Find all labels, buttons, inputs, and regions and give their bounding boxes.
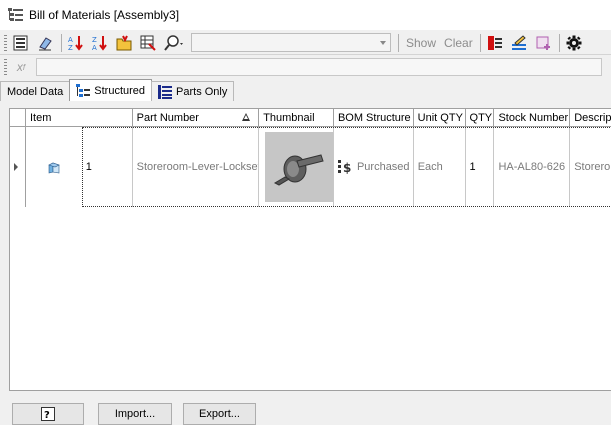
part-thumbnail bbox=[265, 132, 333, 202]
bom-grid: Item Part Number Thumbnail BOM Structure… bbox=[9, 108, 611, 391]
toolbar-grip[interactable] bbox=[4, 34, 7, 51]
table-row[interactable]: 1 Storeroom-Lever-Lockset $ Purchased Ea… bbox=[10, 127, 611, 207]
export-view-button[interactable] bbox=[137, 33, 159, 53]
magnifier-dropdown-icon bbox=[164, 34, 183, 51]
sort-ascending-icon: A Z bbox=[68, 35, 83, 51]
grid-header: Item Part Number Thumbnail BOM Structure… bbox=[10, 109, 611, 127]
qty-cell[interactable]: 1 bbox=[466, 127, 495, 207]
description-cell[interactable]: Storero bbox=[570, 127, 611, 207]
formula-bar: xf bbox=[0, 56, 611, 78]
purchased-icon: $ bbox=[337, 160, 351, 175]
bom-app-icon bbox=[8, 8, 23, 21]
parts-list-icon bbox=[158, 84, 173, 99]
formula-grip[interactable] bbox=[4, 59, 7, 75]
column-header-qty[interactable]: QTY bbox=[466, 109, 495, 127]
window-title: Bill of Materials [Assembly3] bbox=[29, 8, 180, 22]
row-pointer-icon bbox=[14, 163, 18, 171]
bom-view-button[interactable] bbox=[10, 33, 32, 53]
column-header-description[interactable]: Descrip bbox=[570, 109, 611, 127]
tab-parts-only[interactable]: Parts Only bbox=[151, 81, 235, 101]
column-header-item[interactable]: Item bbox=[26, 109, 133, 127]
formula-icon[interactable]: xf bbox=[10, 58, 32, 76]
sort-ascending-indicator-icon bbox=[242, 113, 251, 121]
folder-icon bbox=[116, 35, 132, 50]
item-icon-cell[interactable] bbox=[26, 127, 82, 207]
formula-input[interactable] bbox=[36, 58, 602, 76]
sort-descending-icon: Z A bbox=[92, 35, 107, 51]
sort-descending-button[interactable]: Z A bbox=[89, 33, 111, 53]
add-item-button[interactable] bbox=[532, 33, 554, 53]
svg-text:A: A bbox=[68, 36, 73, 44]
filter-combobox[interactable] bbox=[191, 33, 391, 52]
tab-structured[interactable]: Structured bbox=[69, 79, 153, 101]
clear-button[interactable]: Clear bbox=[440, 33, 477, 53]
column-chooser-button[interactable] bbox=[484, 33, 506, 53]
column-header-part-number[interactable]: Part Number bbox=[133, 109, 260, 127]
edit-button[interactable] bbox=[34, 33, 56, 53]
main-toolbar: A Z Z A Show Clear bbox=[0, 31, 611, 55]
edit-list-button[interactable] bbox=[508, 33, 530, 53]
column-header-bom-structure[interactable]: BOM Structure bbox=[334, 109, 414, 127]
tab-label: Parts Only bbox=[176, 85, 228, 98]
item-number-cell[interactable]: 1 bbox=[82, 127, 133, 207]
title-bar: Bill of Materials [Assembly3] bbox=[0, 0, 611, 30]
bom-table-icon bbox=[13, 35, 28, 50]
column-header-unit-qty[interactable]: Unit QTY bbox=[414, 109, 466, 127]
svg-text:?: ? bbox=[44, 410, 50, 421]
stock-number-cell[interactable]: HA-AL80-626 bbox=[494, 127, 571, 207]
folder-button[interactable] bbox=[113, 33, 135, 53]
tab-strip: Model Data Structured Parts Only bbox=[0, 79, 611, 101]
column-header-stock-number[interactable]: Stock Number bbox=[494, 109, 571, 127]
sort-ascending-button[interactable]: A Z bbox=[65, 33, 87, 53]
help-icon: ? bbox=[41, 407, 55, 421]
tab-label: Model Data bbox=[7, 85, 64, 98]
svg-text:$: $ bbox=[343, 161, 351, 175]
export-button[interactable]: Export... bbox=[183, 403, 256, 425]
import-button[interactable]: Import... bbox=[98, 403, 172, 425]
svg-text:A: A bbox=[92, 44, 97, 51]
row-selector-header[interactable] bbox=[10, 109, 26, 127]
find-dropdown-button[interactable] bbox=[161, 33, 189, 53]
svg-text:Z: Z bbox=[92, 36, 97, 44]
thumbnail-cell[interactable] bbox=[259, 127, 334, 207]
bom-structure-cell[interactable]: $ Purchased bbox=[334, 127, 414, 207]
settings-button[interactable] bbox=[563, 33, 585, 53]
help-button[interactable]: ? bbox=[12, 403, 84, 425]
eraser-icon bbox=[39, 36, 52, 50]
gear-icon bbox=[566, 35, 582, 50]
chevron-down-icon[interactable] bbox=[380, 41, 386, 45]
column-header-thumbnail[interactable]: Thumbnail bbox=[259, 109, 334, 127]
tab-model-data[interactable]: Model Data bbox=[0, 81, 71, 101]
pencil-list-icon bbox=[511, 34, 526, 50]
tab-label: Structured bbox=[94, 84, 146, 97]
column-chooser-icon bbox=[487, 35, 502, 50]
structured-icon bbox=[76, 83, 91, 97]
add-part-icon bbox=[536, 36, 550, 50]
unit-qty-cell[interactable]: Each bbox=[414, 127, 466, 207]
row-selector[interactable] bbox=[10, 127, 26, 207]
part-icon bbox=[48, 162, 60, 174]
svg-text:Z: Z bbox=[68, 44, 73, 51]
show-button[interactable]: Show bbox=[402, 33, 440, 53]
lever-lockset-image bbox=[274, 154, 324, 186]
grid-export-icon bbox=[140, 35, 156, 51]
part-number-cell[interactable]: Storeroom-Lever-Lockset bbox=[133, 127, 260, 207]
